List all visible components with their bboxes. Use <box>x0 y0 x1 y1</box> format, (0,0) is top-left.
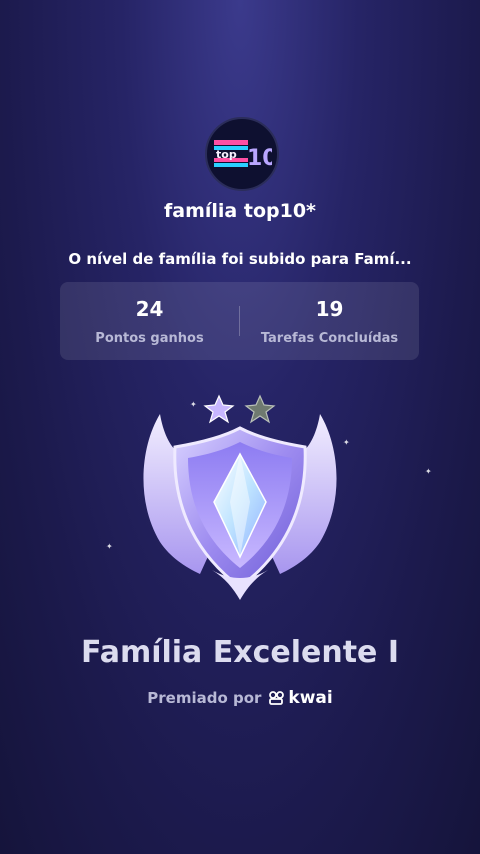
stats-card: 24 Pontos ganhos 19 Tarefas Concluídas <box>60 282 419 360</box>
stat-tasks-value: 19 <box>315 296 344 321</box>
svg-text:10: 10 <box>247 146 272 171</box>
stat-tasks-label: Tarefas Concluídas <box>260 330 399 346</box>
badge-title: Família Excelente I <box>80 635 400 670</box>
star-filled-icon <box>203 394 235 424</box>
awarded-by: Premiado por kwai <box>0 688 480 708</box>
star-rating <box>203 394 276 424</box>
svg-text:top: top <box>216 148 237 161</box>
top10-logo-icon: top 10 <box>214 140 272 171</box>
stat-points-value: 24 <box>135 296 164 321</box>
shield-crystal-badge-icon <box>143 394 337 600</box>
stat-tasks: 19 Tarefas Concluídas <box>240 297 419 346</box>
sparkle-icon: ✦ <box>106 542 113 551</box>
awarded-label: Premiado por <box>147 689 262 707</box>
level-up-message: O nível de família foi subido para Famí.… <box>68 250 412 268</box>
family-name: família top10* <box>164 200 316 222</box>
stat-points: 24 Pontos ganhos <box>60 297 239 346</box>
family-avatar[interactable]: top 10 <box>205 117 279 191</box>
stat-points-label: Pontos ganhos <box>95 330 204 346</box>
kwai-camera-icon <box>269 691 285 705</box>
kwai-logo: kwai <box>269 688 333 708</box>
star-empty-icon <box>244 394 276 424</box>
sparkle-icon: ✦ <box>425 467 432 476</box>
kwai-brand: kwai <box>288 688 333 708</box>
